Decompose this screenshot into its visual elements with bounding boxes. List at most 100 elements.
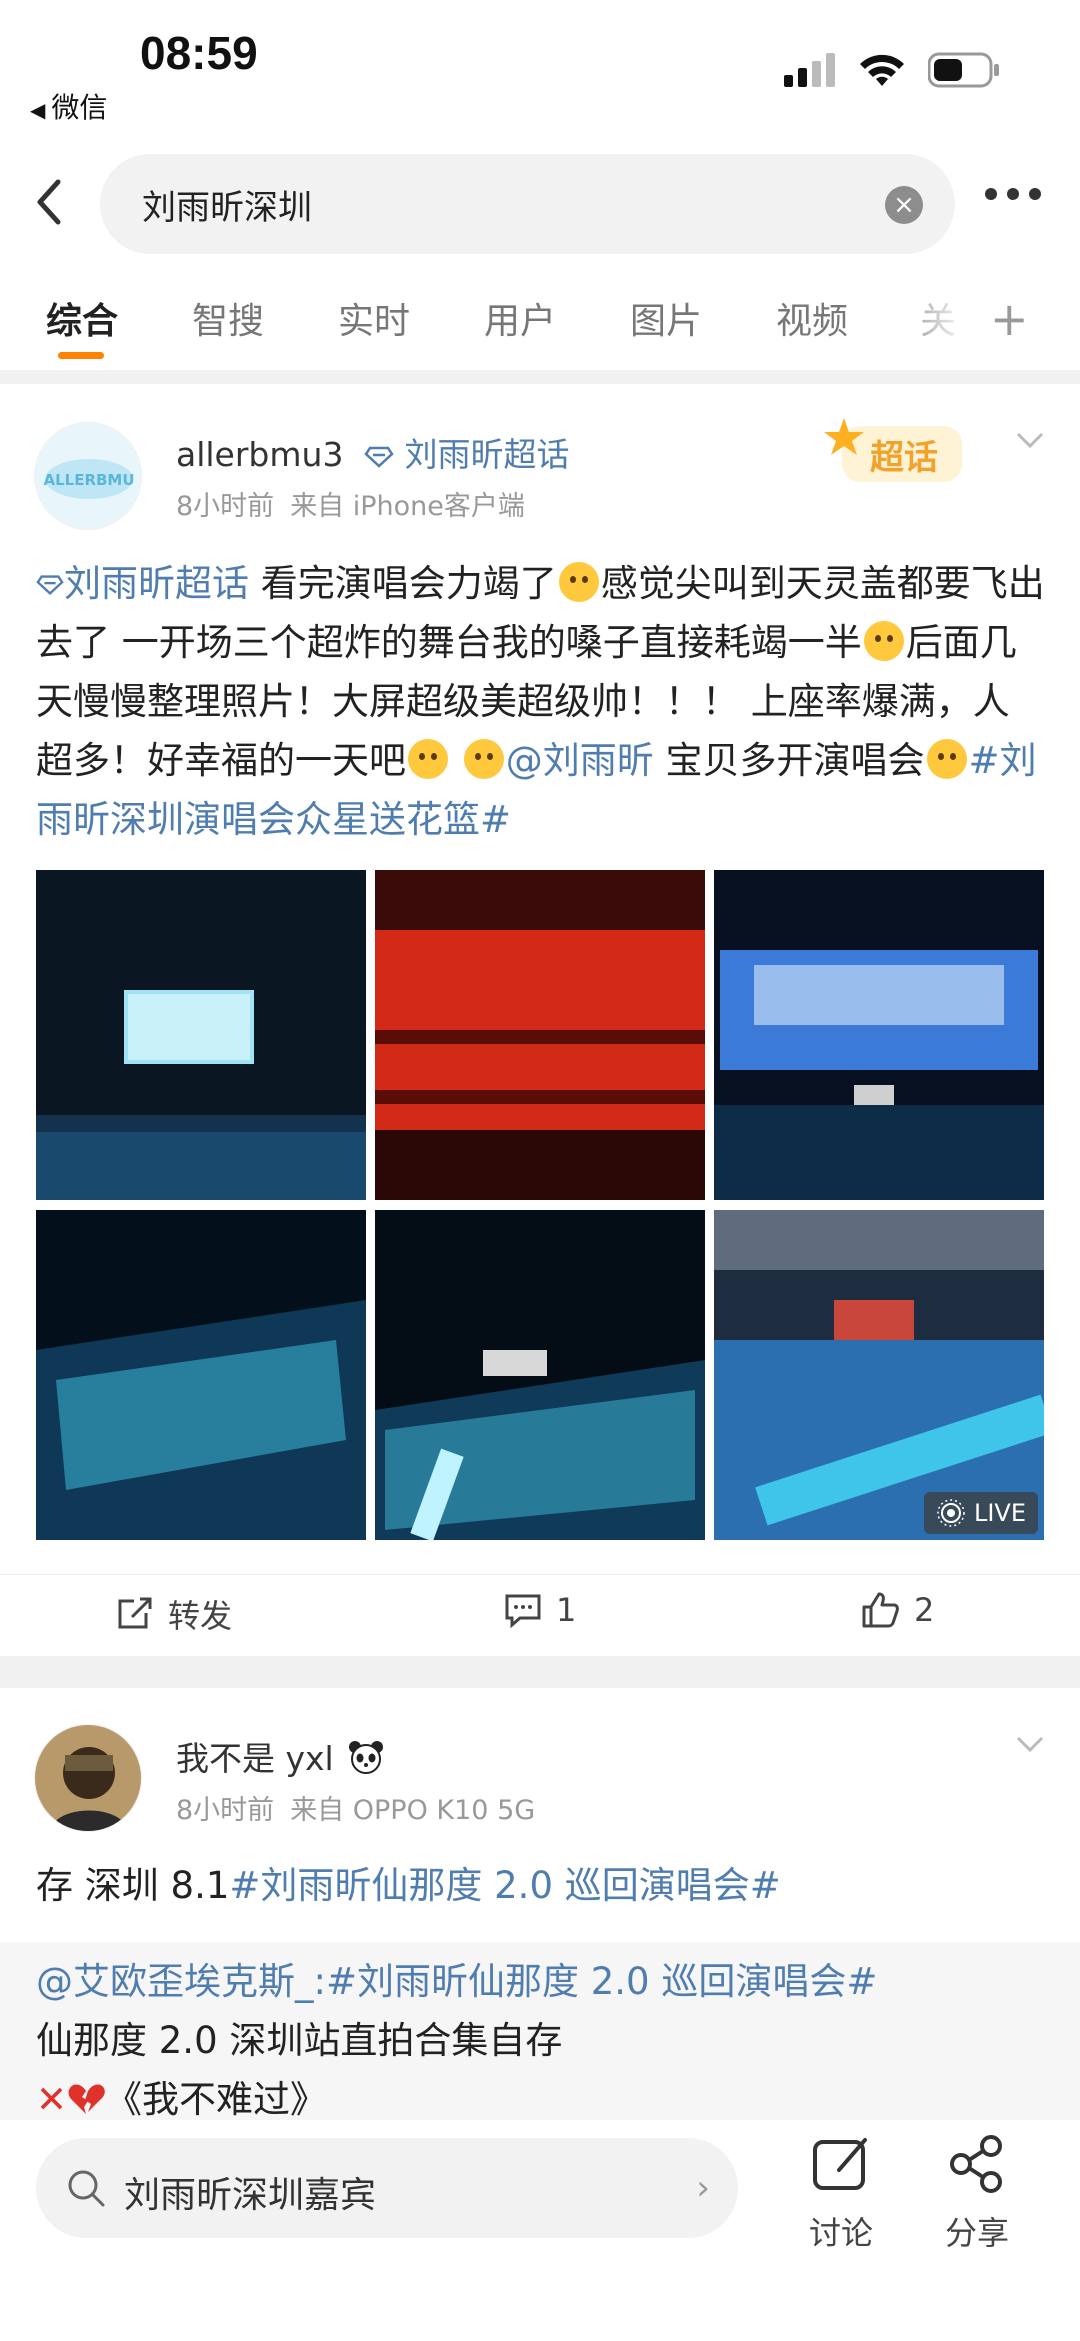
battery-icon <box>928 52 999 88</box>
username-text: allerbmu3 <box>176 435 344 474</box>
text-segment: 宝贝多开演唱会 <box>653 739 925 782</box>
wifi-icon <box>860 54 904 86</box>
share-arrow-icon <box>118 1597 152 1629</box>
cross-mark-icon: ✕ <box>36 2078 68 2121</box>
thumbs-up-icon <box>862 1592 899 1628</box>
hashtag-link[interactable]: :#刘雨昕仙那度 2.0 巡回演唱会# <box>314 1960 878 2003</box>
pleading-emoji-icon <box>408 739 448 779</box>
search-icon <box>68 2170 105 2207</box>
post-time: 8小时前 <box>176 491 275 522</box>
more-options-icon[interactable] <box>985 188 1041 200</box>
photo-thumbnail[interactable] <box>375 1210 705 1540</box>
system-icons <box>784 52 1000 88</box>
search-input[interactable]: 刘雨昕深圳 × <box>100 154 955 254</box>
search-tabs: 综合 智搜 实时 用户 图片 视频 关 + <box>0 280 1080 370</box>
related-search-bar[interactable]: 刘雨昕深圳嘉宾 › <box>36 2138 738 2238</box>
tab-smart-search[interactable]: 智搜 <box>192 292 264 344</box>
signal-icon <box>784 53 835 87</box>
compose-icon <box>813 2138 867 2190</box>
hashtag-link[interactable]: #刘雨昕仙那度 2.0 巡回演唱会# <box>229 1864 780 1907</box>
post-source: 来自 iPhone客户端 <box>290 491 525 522</box>
mention-link[interactable]: @艾欧歪埃克斯_ <box>36 1960 314 2003</box>
comment-icon <box>505 1594 541 1629</box>
related-search-text: 刘雨昕深圳嘉宾 <box>124 2175 377 2216</box>
chevron-down-icon[interactable] <box>1014 424 1046 456</box>
post-time: 8小时前 <box>176 1795 275 1826</box>
supertopic-link[interactable]: 刘雨昕超话 <box>64 562 249 605</box>
crying-emoji-icon <box>558 562 599 602</box>
avatar[interactable] <box>34 1724 142 1832</box>
diamond-icon <box>364 446 394 468</box>
live-badge: LIVE <box>923 1492 1038 1534</box>
broken-heart-icon <box>68 2084 105 2114</box>
photo-thumbnail[interactable]: LIVE <box>714 1210 1044 1540</box>
search-header: 刘雨昕深圳 × <box>0 150 1080 260</box>
section-divider <box>0 1656 1080 1688</box>
post-username[interactable]: 我不是 yxl <box>176 1732 384 1780</box>
mention-link[interactable]: @刘雨昕 <box>506 739 654 782</box>
add-tab-icon[interactable]: + <box>990 292 1029 346</box>
text-segment: 仙那度 2.0 深圳站直拍合集自存 <box>36 2019 563 2062</box>
back-to-app[interactable]: ◀ 微信 <box>30 86 107 126</box>
post-card: 我不是 yxl 8小时前 来自 OPPO K10 5G 存 深圳 8.1#刘雨昕仙… <box>0 1688 1080 2121</box>
like-button[interactable]: 2 <box>860 1591 934 1629</box>
tab-comprehensive[interactable]: 综合 <box>46 292 118 344</box>
post-body: 存 深圳 8.1#刘雨昕仙那度 2.0 巡回演唱会# <box>36 1856 1046 1915</box>
photo-grid: LIVE <box>36 870 1044 1540</box>
avatar[interactable]: ALLERBMU <box>34 422 142 530</box>
tab-images[interactable]: 图片 <box>630 292 702 344</box>
photo-thumbnail[interactable] <box>714 870 1044 1200</box>
share-icon <box>950 2135 1002 2193</box>
clock: 08:59 <box>140 27 258 79</box>
section-divider <box>0 370 1080 384</box>
username-text: 我不是 yxl <box>176 1739 334 1778</box>
text-segment: 《我不难过》 <box>105 2078 328 2121</box>
photo-thumbnail[interactable] <box>36 1210 366 1540</box>
tab-realtime[interactable]: 实时 <box>338 292 410 344</box>
tab-users[interactable]: 用户 <box>484 292 556 344</box>
active-tab-indicator <box>58 352 104 359</box>
text-segment: 看完演唱会力竭了 <box>249 562 557 605</box>
live-photo-icon <box>937 1499 965 1527</box>
laughing-emoji-icon <box>863 621 904 661</box>
bottom-bar: 刘雨昕深圳嘉宾 › 讨论 分享 <box>0 2120 1080 2341</box>
kiss-emoji-icon <box>926 739 967 779</box>
post-card: ALLERBMU allerbmu3 刘雨昕超话 8小时前 来自 iPhone客户… <box>0 384 1080 1654</box>
back-triangle-icon: ◀ <box>30 98 46 122</box>
tab-videos[interactable]: 视频 <box>776 292 848 344</box>
comment-count: 1 <box>556 1591 577 1629</box>
back-arrow-icon[interactable] <box>22 172 82 232</box>
quoted-post[interactable]: @艾欧歪埃克斯_:#刘雨昕仙那度 2.0 巡回演唱会# 仙那度 2.0 深圳站直… <box>0 1942 1080 2121</box>
share-button[interactable]: 分享 <box>932 2134 1022 2254</box>
like-count: 2 <box>914 1591 935 1629</box>
chevron-down-icon[interactable] <box>1014 1728 1046 1760</box>
supertopic-badge[interactable]: 超话 <box>822 410 972 490</box>
status-bar: 08:59 ◀ 微信 <box>0 0 1080 140</box>
tab-fade <box>880 280 970 360</box>
comment-button[interactable]: 1 <box>504 1591 576 1629</box>
repost-label: 转发 <box>168 1597 233 1635</box>
search-query: 刘雨昕深圳 <box>142 188 312 228</box>
post-meta: 8小时前 来自 iPhone客户端 <box>176 484 525 523</box>
post-source: 来自 OPPO K10 5G <box>290 1795 536 1826</box>
post-body: 刘雨昕超话 看完演唱会力竭了 感觉尖叫到天灵盖都要飞出去了 一开场三个超炸的舞台我… <box>36 554 1046 849</box>
avatar-image: ALLERBMU <box>35 423 141 529</box>
photo-thumbnail[interactable] <box>375 870 705 1200</box>
share-label: 分享 <box>944 2214 1009 2252</box>
post-username[interactable]: allerbmu3 刘雨昕超话 <box>176 428 569 476</box>
photo-thumbnail[interactable] <box>36 870 366 1200</box>
text-segment: 存 深圳 8.1 <box>36 1864 230 1907</box>
discuss-label: 讨论 <box>808 2214 873 2252</box>
badge-text: 超话 <box>870 438 938 478</box>
supertopic-link[interactable]: 刘雨昕超话 <box>404 435 569 474</box>
repost-button[interactable]: 转发 <box>116 1591 232 1637</box>
post-meta: 8小时前 来自 OPPO K10 5G <box>176 1788 535 1827</box>
post-actions: 转发 1 2 <box>0 1574 1080 1654</box>
tearful-emoji-icon <box>463 739 504 779</box>
live-label: LIVE <box>973 1499 1026 1527</box>
avatar-image <box>35 1725 141 1831</box>
discuss-button[interactable]: 讨论 <box>796 2134 886 2254</box>
clear-search-icon[interactable]: × <box>885 186 923 224</box>
svg-text:ALLERBMU: ALLERBMU <box>43 471 134 489</box>
back-app-label: 微信 <box>51 91 108 124</box>
